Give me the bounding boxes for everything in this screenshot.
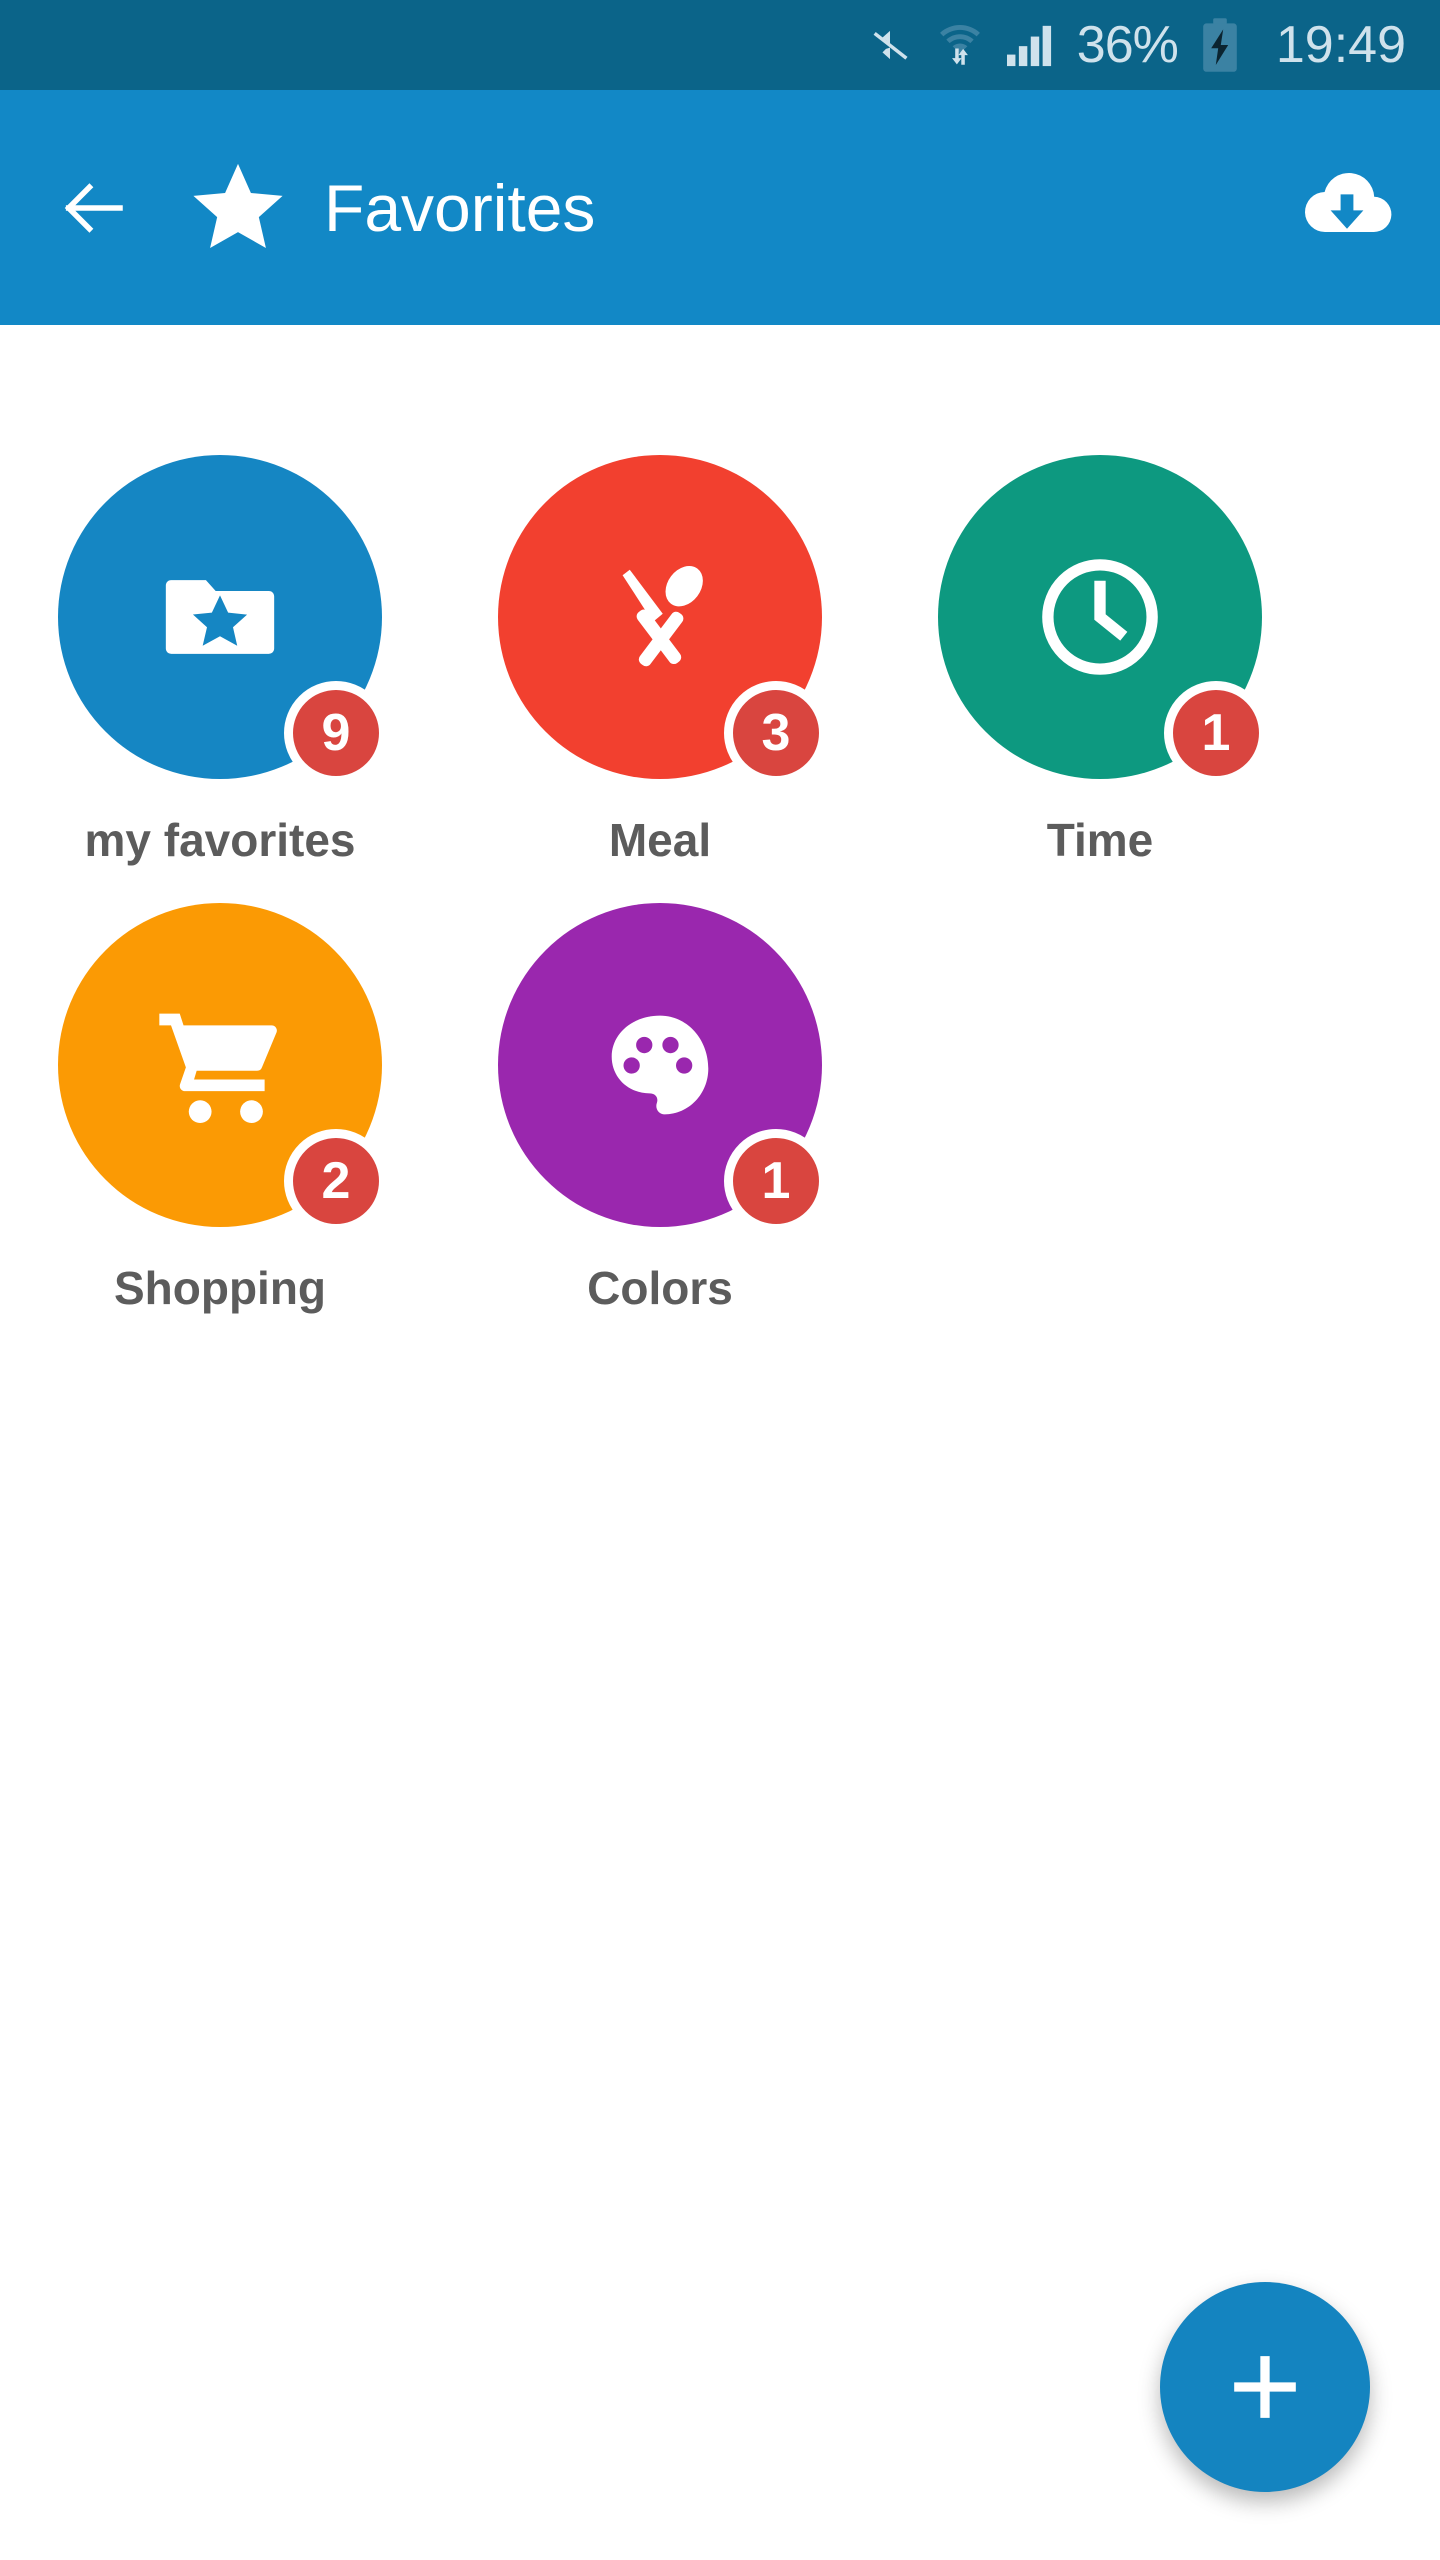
battery-percent-label: 36% (1076, 16, 1179, 74)
favorites-grid: 9 my favorites 3 Meal 1 Time 2 Shopping … (0, 415, 1440, 1311)
back-button[interactable] (48, 162, 140, 254)
shopping-cart-icon (159, 1013, 277, 1124)
add-button[interactable] (1160, 2282, 1370, 2492)
back-arrow-icon (64, 182, 123, 233)
status-bar: 36% 19:49 (0, 0, 1440, 90)
star-icon (193, 163, 283, 248)
paint-palette-icon (611, 1015, 709, 1115)
grid-item-time[interactable]: 1 Time (880, 415, 1320, 863)
favorites-star (188, 158, 288, 258)
icon-circle-wrap: 3 (498, 455, 828, 785)
cloud-download-icon (1304, 172, 1392, 232)
content-area: 9 my favorites 3 Meal 1 Time 2 Shopping … (0, 325, 1440, 2560)
icon-circle-wrap: 1 (498, 903, 828, 1233)
knife-spoon-icon (622, 566, 703, 667)
plus-icon (1234, 2356, 1296, 2418)
badge-count: 9 (284, 681, 388, 785)
battery-charging-icon (1203, 18, 1237, 72)
status-bar-icons: 36% 19:49 (865, 17, 1406, 73)
icon-circle-wrap: 1 (938, 455, 1268, 785)
grid-item-label: Shopping (113, 1262, 327, 1314)
grid-item-label: Meal (608, 814, 712, 866)
badge-count: 2 (284, 1129, 388, 1233)
badge-count: 1 (724, 1129, 828, 1233)
folder-star-icon (165, 580, 275, 654)
volume-mute-icon (873, 30, 908, 60)
grid-item-colors[interactable]: 1 Colors (440, 863, 880, 1311)
grid-item-shopping[interactable]: 2 Shopping (0, 863, 440, 1311)
wifi-data-transfer-icon (939, 25, 980, 65)
status-time-label: 19:49 (1275, 16, 1406, 74)
grid-item-label: Time (1046, 814, 1154, 866)
cellular-signal-icon (1006, 25, 1051, 67)
grid-item-label: Colors (587, 1262, 733, 1314)
grid-item-label: my favorites (84, 814, 356, 866)
page-title: Favorites (324, 170, 596, 245)
cloud-download-button[interactable] (1292, 153, 1402, 263)
icon-circle-wrap: 2 (58, 903, 388, 1233)
clock-icon (1042, 559, 1158, 675)
badge-count: 3 (724, 681, 828, 785)
icon-circle-wrap: 9 (58, 455, 388, 785)
grid-item-meal[interactable]: 3 Meal (440, 415, 880, 863)
app-bar: Favorites (0, 90, 1440, 325)
grid-item-my-favorites[interactable]: 9 my favorites (0, 415, 440, 863)
badge-count: 1 (1164, 681, 1268, 785)
